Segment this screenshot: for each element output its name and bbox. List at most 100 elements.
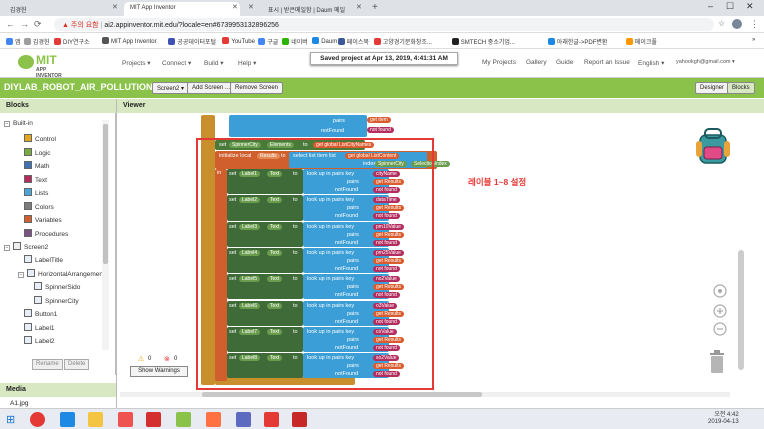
app-icon[interactable] [118,412,133,427]
get-results-block[interactable]: get Results [373,310,405,317]
bookmark-item[interactable]: DIY연구소 [54,37,90,46]
key-text-block[interactable]: so2Value [373,355,400,362]
star-icon[interactable]: ☆ [718,19,725,28]
tree-screen2[interactable]: − Screen2 [4,242,48,251]
scroll-thumb[interactable] [103,124,108,264]
builtin-colors[interactable]: Colors [24,201,54,211]
property-dropdown[interactable]: Text [267,355,283,362]
label-dropdown[interactable]: Label3 [239,223,261,230]
get-results-block[interactable]: get Results [373,205,405,212]
component-spinnersido[interactable]: SpinnerSido [34,282,80,291]
menu-projects[interactable]: Projects ▾ [122,59,151,67]
label-dropdown[interactable]: Label5 [239,276,261,283]
screen-select-button[interactable]: Screen2 ▾ [152,82,190,94]
not-found-text-block[interactable]: not found [373,187,400,193]
workspace-vscroll[interactable] [738,250,744,370]
backpack-icon[interactable] [692,125,734,167]
property-dropdown[interactable]: Text [267,197,283,204]
avatar[interactable] [732,19,742,29]
delete-button[interactable]: Delete [64,359,90,370]
not-found-text-block[interactable]: not found [373,265,400,272]
browser-tab-4[interactable]: 표시 | 받은메일함 | Daum 메일 [262,2,362,16]
property-dropdown[interactable]: Text [267,276,283,283]
collapse-icon[interactable]: − [4,121,10,127]
text-block[interactable]: not found [367,127,394,133]
language-select[interactable]: English ▾ [638,59,664,67]
trash-icon[interactable] [708,350,726,374]
in-spine[interactable] [215,169,227,381]
reload-icon[interactable]: ⟳ [34,19,42,30]
browser-tab-1[interactable]: 김경헌 [4,2,112,16]
bookmark-item[interactable]: Daum [312,37,337,45]
close-icon[interactable]: ✕ [248,3,254,11]
not-found-text-block[interactable]: not found [373,344,400,351]
get-global-block[interactable]: get global ListCityNames [313,142,375,148]
key-text-block[interactable]: dataTime [373,197,400,204]
app-icon[interactable] [206,412,221,427]
designer-button[interactable]: Designer [695,82,730,94]
event-block-spine[interactable] [201,115,215,385]
close-icon[interactable]: ✕ [356,3,362,11]
get-global-list-block[interactable]: get global ListContent [345,153,400,159]
bookmark-item[interactable]: MIT App Inventor [102,37,157,45]
component-spinnercity[interactable]: SpinnerCity [34,295,79,305]
bookmark-item[interactable]: 네이버 [282,37,308,46]
event-block-bottom[interactable] [215,377,355,385]
component-labeltitle[interactable]: LabelTitle [24,255,63,264]
menu-build[interactable]: Build ▾ [204,59,224,67]
get-results-block[interactable]: get Results [373,363,405,370]
not-found-text-block[interactable]: not found [373,371,400,378]
scroll-thumb[interactable] [202,392,482,397]
bookmark-item[interactable]: 구글 [258,37,278,46]
blocks-workspace[interactable]: pairs notFound get item not found set Sp… [116,113,764,408]
app-icon[interactable] [236,412,251,427]
key-text-block[interactable]: no2Value [373,276,400,283]
label-dropdown[interactable]: Label7 [239,328,261,335]
clock[interactable]: 오전 4:42 2019-04-13 [708,412,739,426]
app-inventor-logo[interactable]: MIT APP INVENTOR [18,53,70,79]
get-results-block[interactable]: get Results [373,284,405,291]
builtin-procedures[interactable]: Procedures [24,228,68,238]
menu-help[interactable]: Help ▾ [238,59,256,67]
bookmarks-more-icon[interactable]: » [752,37,755,43]
label-dropdown[interactable]: Label8 [239,355,261,362]
get-results-block[interactable]: get Results [373,179,405,185]
ie-icon[interactable] [60,412,75,427]
bookmark-item[interactable]: 페이스북 [337,37,369,46]
windows-start-icon[interactable]: ⊞ [6,413,15,426]
get-results-block[interactable]: get Results [373,336,405,343]
bookmark-item[interactable]: 공공데이터포털 [168,37,216,46]
workspace-hscroll[interactable] [120,392,730,397]
builtin-logic[interactable]: Logic [24,147,51,157]
bookmark-item[interactable]: 아래한글->PDF변환 [547,37,607,46]
link-gallery[interactable]: Gallery [526,59,547,66]
not-found-text-block[interactable]: not found [373,213,400,220]
bookmark-item[interactable]: 앱 [6,37,21,46]
maximize-icon[interactable]: ☐ [726,1,734,12]
key-text-block[interactable]: pm10Value [373,223,404,230]
rename-button[interactable]: Rename [32,359,63,370]
close-icon[interactable]: ✕ [232,3,238,11]
bookmark-item[interactable]: YouTube [222,37,255,45]
app-icon[interactable] [146,412,161,427]
builtin-text[interactable]: Text [24,174,47,184]
close-icon[interactable]: ✕ [112,3,118,11]
label-dropdown[interactable]: Label2 [239,197,261,204]
spinner-dropdown[interactable]: SpinnerCity [229,142,261,148]
builtin-control[interactable]: Control [24,134,56,143]
get-item-block[interactable]: get item [367,117,391,123]
app-icon[interactable] [176,412,191,427]
url-input[interactable]: ▲ 주의 요함 | ai2.appinventor.mit.edu/?local… [54,18,714,31]
selection-index-block[interactable]: SelectionIndex [411,161,450,167]
app-icon[interactable] [264,412,279,427]
add-screen-button[interactable]: Add Screen ... [187,82,236,94]
label-dropdown[interactable]: Label6 [239,302,261,309]
property-dropdown[interactable]: Text [267,171,283,177]
key-text-block[interactable]: pm25Value [373,249,404,256]
component-button1[interactable]: Button1 [24,309,57,318]
get-results-block[interactable]: get Results [373,231,405,238]
menu-connect[interactable]: Connect ▾ [162,59,191,67]
bookmark-item[interactable]: 메이크풀 [625,37,657,46]
key-text-block[interactable]: coValue [373,328,397,335]
builtin-lists[interactable]: Lists [24,188,48,197]
